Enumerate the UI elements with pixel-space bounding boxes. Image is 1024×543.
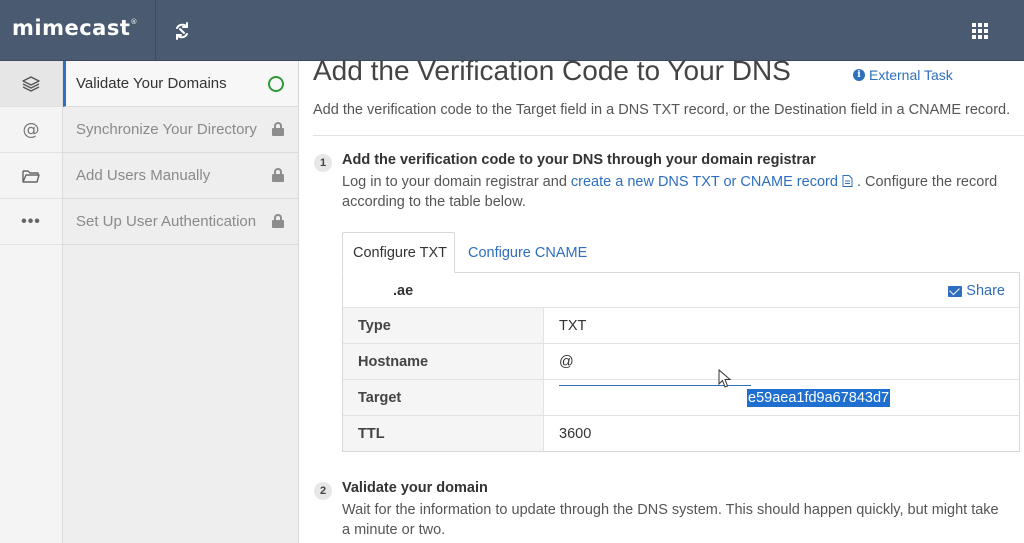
create-dns-record-link[interactable]: create a new DNS TXT or CNAME record: [571, 174, 838, 190]
rail-layers[interactable]: [0, 61, 62, 107]
section-title: Validate your domain: [342, 480, 488, 496]
row-key: Hostname: [343, 344, 544, 379]
tab-configure-txt[interactable]: Configure TXT: [342, 232, 455, 273]
share-button[interactable]: Share: [948, 283, 1005, 299]
table-row: Target e59aea1fd9a67843d7: [343, 380, 1019, 416]
topbar-divider: [155, 0, 156, 61]
in-progress-circle-icon: [268, 76, 284, 92]
step-synchronize-directory[interactable]: Synchronize Your Directory: [63, 107, 298, 153]
row-value[interactable]: @: [559, 344, 574, 379]
lock-icon: [272, 168, 284, 182]
section-instructions: Log in to your domain registrar and crea…: [342, 174, 998, 210]
step-label: Validate Your Domains: [76, 75, 227, 92]
rail-at[interactable]: @: [0, 107, 62, 153]
table-row: TTL 3600: [343, 416, 1019, 452]
domain-name: .ae: [393, 283, 414, 299]
external-task-label: External Task: [869, 67, 953, 83]
step-add-users-manually[interactable]: Add Users Manually: [63, 153, 298, 199]
sync-icon[interactable]: [171, 20, 193, 42]
table-row: Type TXT: [343, 308, 1019, 344]
step-user-authentication[interactable]: Set Up User Authentication: [63, 199, 298, 245]
table-row: Hostname @: [343, 344, 1019, 380]
rail-more[interactable]: •••: [0, 199, 62, 245]
section-instructions: Wait for the information to update throu…: [342, 502, 999, 538]
step-label: Add Users Manually: [76, 167, 211, 184]
info-icon: i: [853, 69, 865, 81]
share-label: Share: [966, 283, 1005, 299]
mouse-cursor-icon: [718, 369, 732, 388]
step-number-badge: 2: [314, 482, 332, 500]
selected-target-text[interactable]: e59aea1fd9a67843d7: [747, 388, 891, 407]
main-content: Add the Verification Code to Your DNS i …: [299, 55, 1024, 543]
section-title: Add the verification code to your DNS th…: [342, 152, 816, 168]
folder-icon: [22, 169, 40, 183]
step-label: Synchronize Your Directory: [76, 121, 257, 138]
dns-record-card: .ae Share Type TXT Hostname @ Target e59…: [342, 272, 1020, 452]
app-launcher-grid-icon[interactable]: [972, 23, 989, 40]
page-title: Add the Verification Code to Your DNS: [313, 55, 791, 86]
lock-icon: [272, 122, 284, 136]
icon-rail: @ •••: [0, 61, 63, 543]
mimecast-logo[interactable]: mimecast®: [12, 16, 138, 40]
row-key: Type: [343, 308, 544, 343]
divider: [313, 135, 1024, 136]
layers-icon: [22, 75, 40, 92]
row-key: TTL: [343, 416, 544, 451]
steps-sidebar: Validate Your Domains Synchronize Your D…: [63, 61, 299, 543]
page-subtitle: Add the verification code to the Target …: [313, 102, 1011, 118]
external-task-link[interactable]: i External Task: [853, 67, 953, 83]
row-value[interactable]: 3600: [559, 416, 591, 451]
at-icon: @: [22, 119, 40, 140]
tab-configure-cname[interactable]: Configure CNAME: [458, 232, 597, 273]
step-label: Set Up User Authentication: [76, 213, 257, 230]
document-icon[interactable]: [842, 175, 853, 187]
envelope-icon: [948, 285, 963, 297]
step-number-badge: 1: [314, 154, 332, 172]
row-key: Target: [343, 380, 544, 415]
row-value[interactable]: TXT: [559, 308, 586, 343]
lock-icon: [272, 214, 284, 228]
rail-folder[interactable]: [0, 153, 62, 199]
card-header: .ae Share: [343, 273, 1019, 308]
top-bar: mimecast®: [0, 0, 1024, 61]
more-icon: •••: [21, 212, 41, 230]
step-validate-domains[interactable]: Validate Your Domains: [63, 61, 298, 107]
row-value[interactable]: e59aea1fd9a67843d7: [747, 380, 891, 415]
